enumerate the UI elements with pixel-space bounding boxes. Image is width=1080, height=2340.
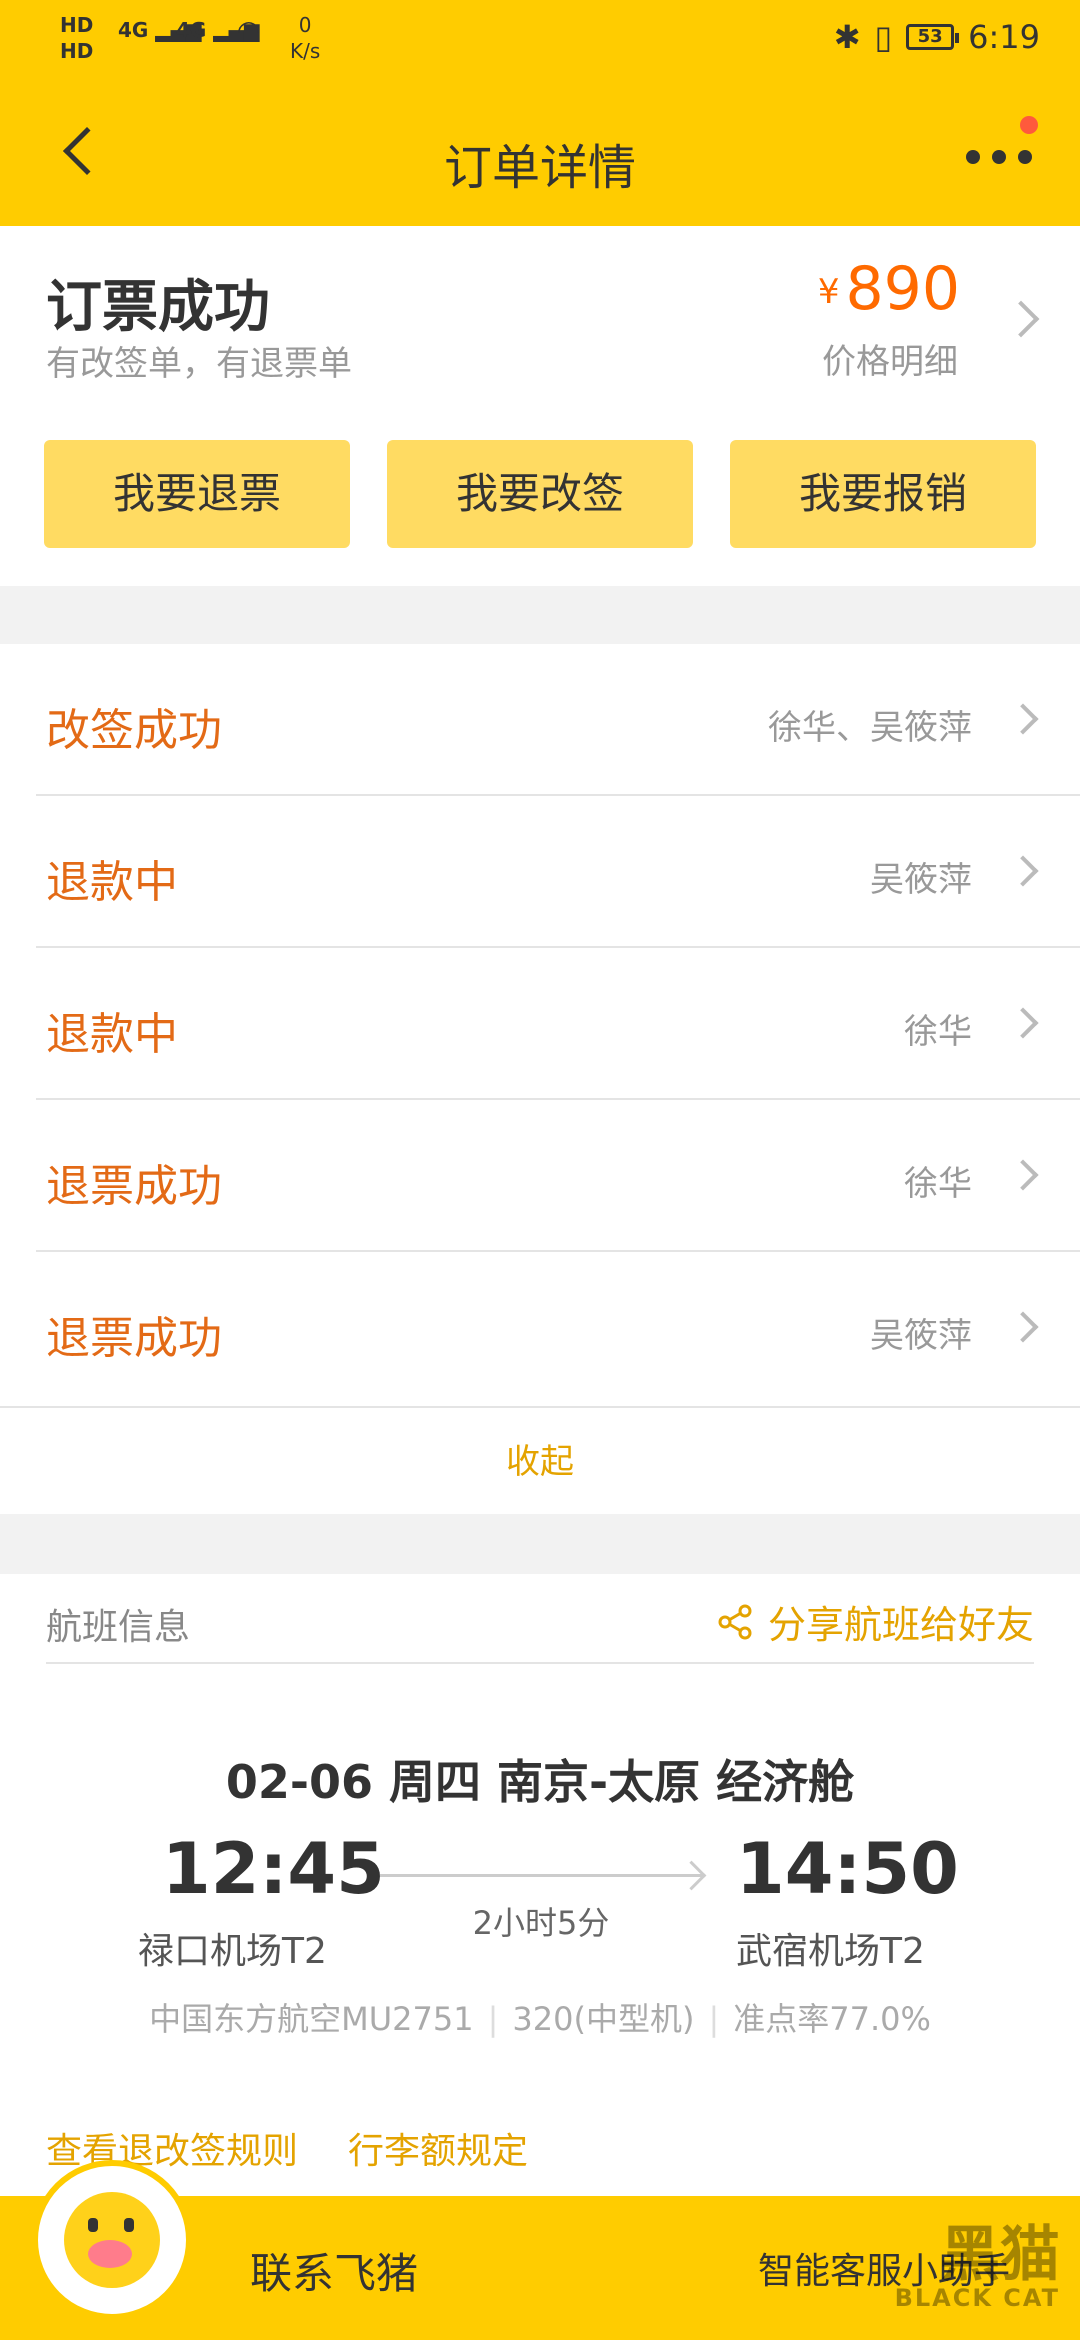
price-value: 890 — [845, 254, 960, 324]
flight-info: 航班信息 分享航班给好友 02-06 周四 南京-太原 经济舱 12:45 禄口… — [0, 1574, 1080, 2134]
record-row[interactable]: 改签成功 徐华、吴筱萍 — [0, 644, 1080, 796]
departure-time: 12:45 — [162, 1828, 385, 1910]
arrival-airport: 武宿机场T2 — [736, 1931, 925, 1972]
record-people: 徐华、吴筱萍 — [768, 708, 972, 748]
more-dot-icon — [1018, 150, 1032, 164]
chevron-right-icon — [1007, 1159, 1039, 1191]
chevron-right-icon — [1007, 855, 1039, 887]
hd-indicator: HD HD — [60, 12, 93, 64]
chevron-right-icon — [1007, 1311, 1039, 1343]
more-dot-icon — [966, 150, 980, 164]
flight-duration: 2小时5分 — [472, 1904, 610, 1942]
signal-label-2: 4G — [176, 18, 207, 42]
hd-label-1: HD — [60, 13, 94, 37]
separator: | — [708, 2000, 720, 2038]
action-buttons: 我要退票 我要改签 我要报销 — [44, 440, 1036, 548]
hd-label-2: HD — [60, 39, 94, 63]
record-people: 徐华 — [904, 1164, 972, 1204]
pig-mascot-icon — [64, 2192, 160, 2288]
share-flight-button[interactable]: 分享航班给好友 — [716, 1594, 1034, 1649]
record-row[interactable]: 退款中 吴筱萍 — [0, 796, 1080, 948]
record-people: 吴筱萍 — [870, 860, 972, 900]
change-button[interactable]: 我要改签 — [387, 440, 693, 548]
share-label: 分享航班给好友 — [767, 1603, 1034, 1647]
watermark-text: 黑猫 — [940, 2220, 1060, 2290]
top-bar: HD HD 4G ▂▄▆ 4G ▂▄▆ ◠ 0 K/s ✱ ▯ 53 6:19 … — [0, 0, 1080, 226]
battery-icon: 53 — [906, 24, 960, 50]
net-speed-value: 0 — [298, 13, 312, 37]
record-row[interactable]: 退票成功 徐华 — [0, 1100, 1080, 1252]
record-status: 退票成功 — [46, 1313, 222, 1364]
more-button[interactable] — [966, 116, 1038, 170]
status-right: ✱ ▯ 53 6:19 — [834, 18, 1040, 56]
eye-icon — [124, 2218, 134, 2232]
chevron-right-icon[interactable] — [1002, 300, 1040, 338]
net-speed-unit: K/s — [290, 39, 321, 63]
airline: 中国东方航空MU2751 — [149, 2000, 474, 2038]
order-status: 订票成功 — [46, 275, 270, 340]
flight-meta: 中国东方航空MU2751 | 320(中型机) | 准点率77.0% — [0, 1994, 1080, 2040]
battery-level: 53 — [917, 26, 943, 47]
record-row[interactable]: 退款中 徐华 — [0, 948, 1080, 1100]
watermark-logo: 黑猫 BLACK CAT — [870, 2206, 1070, 2336]
record-status: 退款中 — [46, 1009, 178, 1060]
on-time-rate: 准点率77.0% — [733, 2000, 931, 2038]
record-people: 徐华 — [904, 1012, 972, 1052]
order-records: 改签成功 徐华、吴筱萍 退款中 吴筱萍 退款中 徐华 退票成功 徐华 退票成功 … — [0, 644, 1080, 1514]
signal-label-1: 4G — [118, 18, 149, 42]
snout-icon — [88, 2240, 132, 2268]
assistant-avatar[interactable] — [32, 2160, 192, 2320]
share-icon — [718, 1604, 752, 1639]
more-dot-icon — [992, 150, 1006, 164]
price[interactable]: ¥890 — [818, 254, 960, 324]
flight-route: 02-06 周四 南京-太原 经济舱 — [225, 1755, 855, 1809]
vibrate-icon: ▯ — [874, 18, 893, 56]
record-status: 改签成功 — [46, 705, 222, 756]
collapse-button[interactable]: 收起 — [0, 1406, 1080, 1514]
page-title: 订单详情 — [443, 140, 636, 196]
wifi-icon: ◠ — [238, 14, 260, 47]
refund-button[interactable]: 我要退票 — [44, 440, 350, 548]
reimburse-button[interactable]: 我要报销 — [730, 440, 1036, 548]
clock: 6:19 — [968, 18, 1040, 56]
section-label: 航班信息 — [46, 1607, 191, 1648]
aircraft: 320(中型机) — [512, 2000, 695, 2038]
eye-icon — [88, 2218, 98, 2232]
chevron-right-icon — [1007, 1007, 1039, 1039]
record-people: 吴筱萍 — [870, 1316, 972, 1356]
status-bar: HD HD 4G ▂▄▆ 4G ▂▄▆ ◠ 0 K/s ✱ ▯ 53 6:19 — [0, 0, 1080, 80]
record-status: 退款中 — [46, 857, 178, 908]
order-substatus: 有改签单，有退票单 — [46, 344, 352, 384]
bluetooth-icon: ✱ — [833, 18, 861, 56]
divider — [46, 1662, 1034, 1664]
arrow-right-icon — [380, 1874, 702, 1877]
currency-symbol: ¥ — [817, 272, 840, 312]
bottom-bar: 联系飞猪 智能客服小助手 黑猫 BLACK CAT — [0, 2160, 1080, 2340]
record-row[interactable]: 退票成功 吴筱萍 — [0, 1252, 1080, 1404]
record-status: 退票成功 — [46, 1161, 222, 1212]
departure-airport: 禄口机场T2 — [138, 1931, 327, 1972]
chevron-right-icon — [1007, 703, 1039, 735]
order-summary: 订票成功 有改签单，有退票单 ¥890 价格明细 我要退票 我要改签 我要报销 — [0, 226, 1080, 586]
contact-button[interactable]: 联系飞猪 — [250, 2240, 418, 2301]
arrival-time: 14:50 — [736, 1828, 959, 1910]
price-detail-link[interactable]: 价格明细 — [822, 334, 958, 383]
net-speed: 0 K/s — [290, 12, 320, 64]
separator: | — [487, 2000, 499, 2038]
baggage-rules-link[interactable]: 行李额规定 — [348, 2122, 528, 2174]
notification-dot — [1020, 116, 1038, 134]
watermark-text-en: BLACK CAT — [894, 2284, 1060, 2312]
nav-header: 订单详情 — [0, 80, 1080, 226]
